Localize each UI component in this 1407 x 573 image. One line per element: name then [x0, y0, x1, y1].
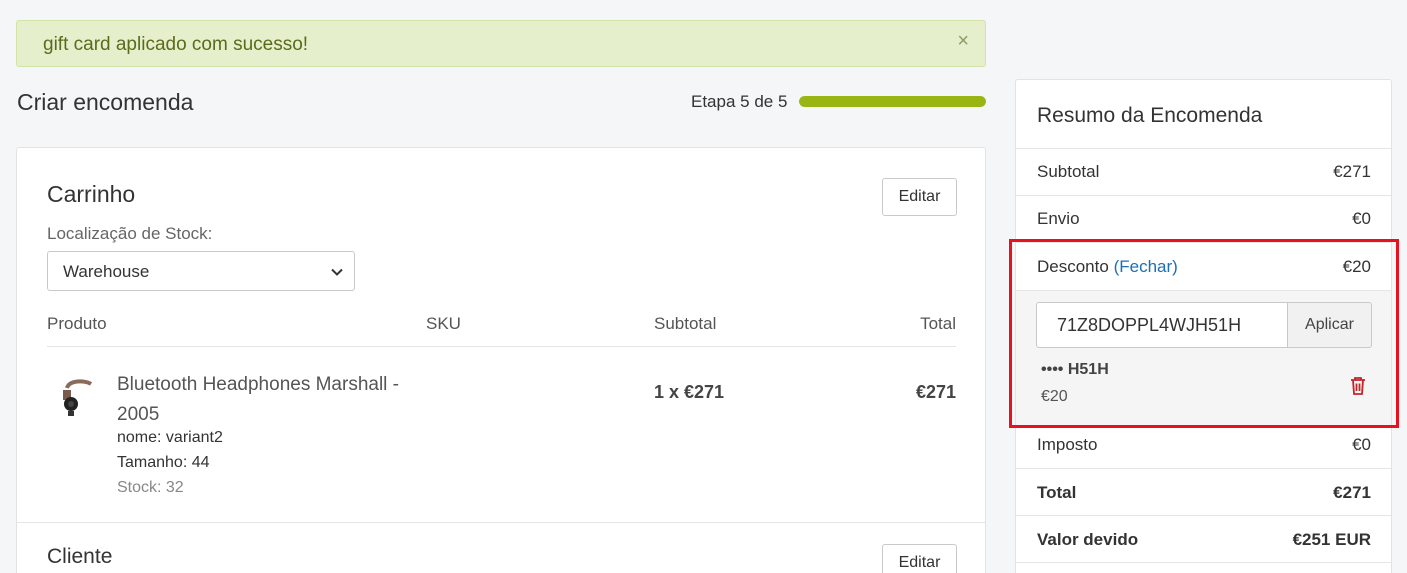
discount-label-group: Desconto (Fechar) — [1037, 257, 1178, 277]
product-stock: Stock: 32 — [117, 479, 184, 496]
column-header-total: Total — [920, 314, 956, 333]
column-header-subtotal: Subtotal — [654, 314, 717, 333]
product-thumbnail — [63, 379, 93, 416]
summary-row-tax: Imposto €0 — [1016, 427, 1391, 468]
summary-row-total: Total €271 — [1016, 468, 1391, 515]
close-icon[interactable]: × — [957, 31, 969, 51]
summary-row-discount: Desconto (Fechar) €20 — [1016, 242, 1391, 290]
product-variant: nome: variant2 — [117, 429, 223, 446]
product-name: Bluetooth Headphones Marshall - 2005 — [117, 374, 400, 425]
summary-row-amount-due: Valor devido €251 EUR — [1016, 515, 1391, 562]
discount-label: Desconto — [1037, 257, 1109, 276]
chevron-down-icon — [331, 268, 343, 276]
column-header-product: Produto — [47, 314, 107, 333]
page-title: Criar encomenda — [17, 89, 194, 115]
amount-due-label: Valor devido — [1037, 530, 1139, 549]
summary-row-divider — [1016, 562, 1391, 573]
tax-value: €0 — [1352, 435, 1371, 454]
discount-code-input[interactable] — [1036, 302, 1288, 348]
subtotal-value: €271 — [1333, 162, 1371, 181]
order-card: Carrinho Editar Localização de Stock: Wa… — [16, 147, 986, 573]
stock-location-select[interactable]: Warehouse — [47, 251, 355, 291]
cart-title: Carrinho — [47, 181, 136, 207]
step-progress-bar — [799, 96, 986, 107]
subtotal-label: Subtotal — [1037, 162, 1100, 181]
shipping-value: €0 — [1352, 209, 1371, 228]
step-progress-fill — [799, 96, 986, 107]
stock-location-label: Localização de Stock: — [47, 224, 213, 243]
summary-title: Resumo da Encomenda — [1037, 104, 1263, 127]
success-alert: gift card aplicado com sucesso! × — [16, 20, 986, 67]
item-total: €271 — [915, 382, 956, 402]
total-label: Total — [1037, 483, 1077, 502]
apply-button[interactable]: Aplicar — [1287, 302, 1372, 348]
edit-cart-button[interactable]: Editar — [882, 178, 957, 216]
tax-label: Imposto — [1037, 435, 1098, 454]
item-subtotal: 1 x €271 — [654, 382, 725, 402]
applied-gift-card-amount: €20 — [1041, 388, 1068, 405]
order-summary: Resumo da Encomenda Subtotal €271 Envio … — [1015, 79, 1392, 573]
discount-close-link[interactable]: (Fechar) — [1114, 257, 1178, 276]
summary-row-subtotal: Subtotal €271 — [1016, 148, 1391, 195]
applied-gift-card-code: •••• H51H — [1041, 361, 1109, 378]
alert-message: gift card aplicado com sucesso! — [43, 34, 309, 55]
total-value: €271 — [1333, 483, 1371, 502]
stock-location-value: Warehouse — [63, 262, 150, 281]
product-size: Tamanho: 44 — [117, 454, 210, 471]
table-divider — [47, 346, 956, 347]
summary-row-shipping: Envio €0 — [1016, 195, 1391, 242]
trash-icon[interactable] — [1349, 376, 1367, 396]
discount-value: €20 — [1342, 257, 1371, 276]
discount-panel: Aplicar •••• H51H €20 — [1016, 290, 1391, 427]
edit-client-button[interactable]: Editar — [882, 544, 957, 573]
shipping-label: Envio — [1037, 209, 1080, 228]
amount-due-value: €251 EUR — [1292, 530, 1371, 549]
client-title: Cliente — [47, 545, 113, 568]
column-header-sku: SKU — [426, 314, 461, 333]
step-label: Etapa 5 de 5 — [691, 92, 788, 111]
section-divider — [17, 522, 985, 523]
